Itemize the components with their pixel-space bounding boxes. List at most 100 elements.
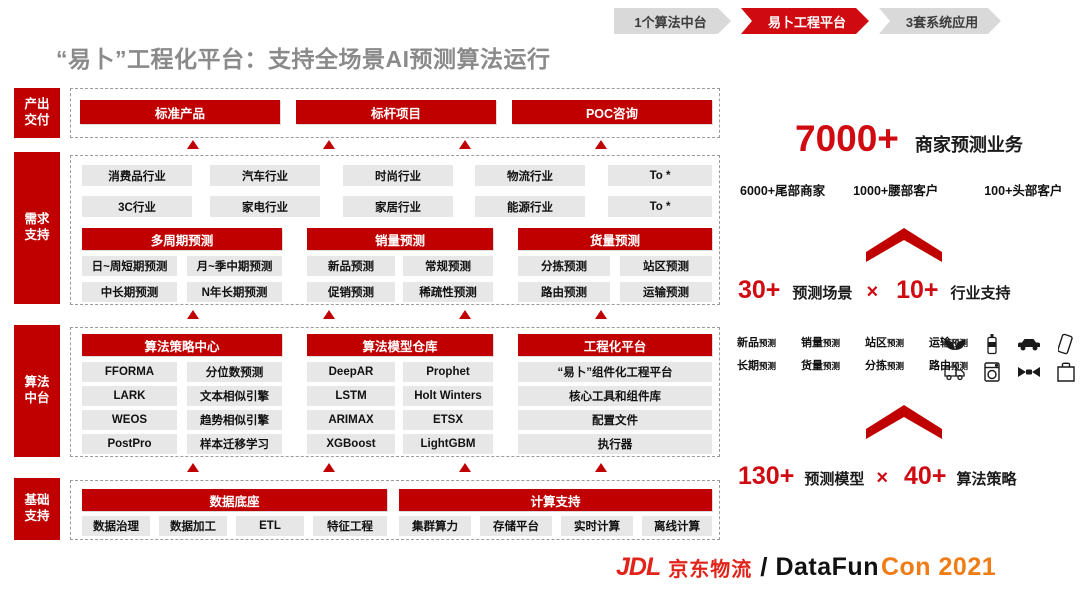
base-chip[interactable]: 离线计算: [642, 516, 712, 536]
algo-group-title[interactable]: 算法模型仓库: [307, 334, 493, 356]
industry-icon-pad: [938, 332, 1080, 384]
base-chip[interactable]: 实时计算: [561, 516, 633, 536]
rail-foundation-support-label: 基础 支持: [24, 493, 50, 523]
scene-tag: 站区预测: [865, 334, 923, 350]
forecast-chip[interactable]: N年长期预测: [187, 282, 282, 302]
algo-chip[interactable]: Holt Winters: [403, 386, 493, 406]
forecast-chip[interactable]: 中长期预测: [82, 282, 177, 302]
page-title: “易卜”工程化平台：支持全场景AI预测算法运行: [56, 46, 551, 72]
industry-chip[interactable]: To *: [608, 165, 712, 186]
multiply-icon: ×: [866, 281, 879, 303]
base-group-title[interactable]: 数据底座: [82, 489, 387, 511]
bag-icon: [1049, 360, 1080, 384]
algo-group-title[interactable]: 工程化平台: [518, 334, 712, 356]
forecast-chip[interactable]: 新品预测: [307, 256, 395, 276]
scene-tag: 货量预测: [801, 357, 859, 373]
algo-chip[interactable]: “易卜”组件化工程平台: [518, 362, 712, 382]
industry-chip[interactable]: 消费品行业: [82, 165, 192, 186]
forecast-chip-label: N年长期预测: [201, 287, 268, 299]
base-chip-label: 集群算力: [412, 521, 458, 533]
algo-chip[interactable]: 趋势相似引擎: [187, 410, 282, 430]
base-chip[interactable]: 特征工程: [313, 516, 387, 536]
forecast-chip-label: 站区预测: [643, 261, 689, 273]
forecast-chip[interactable]: 日~周短期预测: [82, 256, 177, 276]
stat-scene-label1: 预测场景: [792, 285, 853, 302]
algo-chip-label: Holt Winters: [414, 390, 482, 402]
algo-group-title[interactable]: 算法策略中心: [82, 334, 282, 356]
algo-chip[interactable]: 样本迁移学习: [187, 434, 282, 454]
algo-chip[interactable]: WEOS: [82, 410, 177, 430]
algo-chip[interactable]: LightGBM: [403, 434, 493, 454]
algo-chip[interactable]: ARIMAX: [307, 410, 395, 430]
output-bar-2[interactable]: 标杆项目: [296, 100, 496, 124]
industry-chip[interactable]: 物流行业: [475, 165, 585, 186]
industry-chip[interactable]: 汽车行业: [210, 165, 320, 186]
algo-chip[interactable]: 配置文件: [518, 410, 712, 430]
algo-chip[interactable]: Prophet: [403, 362, 493, 382]
nav-chevron-3[interactable]: 3套系统应用: [879, 8, 1001, 34]
scene-tag-main: 长期: [737, 360, 759, 372]
phone-icon: [1049, 332, 1080, 356]
algo-chip[interactable]: DeepAR: [307, 362, 395, 382]
industry-chip-label: 物流行业: [507, 170, 553, 183]
forecast-chip[interactable]: 分拣预测: [518, 256, 610, 276]
algo-chip[interactable]: FFORMA: [82, 362, 177, 382]
forecast-group-title[interactable]: 多周期预测: [82, 228, 282, 250]
algo-chip[interactable]: ETSX: [403, 410, 493, 430]
algo-chip[interactable]: 核心工具和组件库: [518, 386, 712, 406]
scene-tag: 长期预测: [737, 357, 795, 373]
forecast-chip[interactable]: 运输预测: [620, 282, 712, 302]
industry-chip[interactable]: 家电行业: [210, 196, 320, 217]
scene-tag: 新品预测: [737, 334, 795, 350]
forecast-chip[interactable]: 促销预测: [307, 282, 395, 302]
algo-group-title-label: 算法策略中心: [144, 339, 220, 354]
algo-chip[interactable]: PostPro: [82, 434, 177, 454]
algo-chip-label: 分位数预测: [205, 367, 264, 379]
industry-chip-label: 汽车行业: [242, 170, 288, 183]
forecast-chip[interactable]: 路由预测: [518, 282, 610, 302]
output-bar-1[interactable]: 标准产品: [80, 100, 280, 124]
stat-scene-num2: 10+: [896, 276, 939, 304]
headline-label: 商家预测业务: [914, 135, 1023, 155]
base-group-title[interactable]: 计算支持: [399, 489, 712, 511]
forecast-group-title[interactable]: 销量预测: [307, 228, 493, 250]
forecast-chip[interactable]: 站区预测: [620, 256, 712, 276]
connector-arrow-icon: [459, 310, 471, 319]
base-chip[interactable]: 数据治理: [82, 516, 150, 536]
algo-chip[interactable]: 分位数预测: [187, 362, 282, 382]
algo-group-title-label: 工程化平台: [583, 339, 647, 354]
algo-chip[interactable]: 执行器: [518, 434, 712, 454]
base-chip[interactable]: 存储平台: [480, 516, 552, 536]
algo-chip[interactable]: XGBoost: [307, 434, 395, 454]
output-bar-3[interactable]: POC咨询: [512, 100, 712, 124]
algo-chip[interactable]: 文本相似引擎: [187, 386, 282, 406]
forecast-chip-label: 月~季中期预测: [196, 261, 273, 273]
nav-chevron-2[interactable]: 易卜工程平台: [741, 8, 869, 34]
scene-tag-main: 销量: [801, 337, 823, 349]
base-chip[interactable]: 集群算力: [399, 516, 471, 536]
forecast-chip[interactable]: 常规预测: [403, 256, 493, 276]
industry-chip[interactable]: To *: [608, 196, 712, 217]
top-chevron-nav: 1个算法中台 易卜工程平台 3套系统应用: [614, 8, 1011, 34]
forecast-chip-label: 分拣预测: [541, 261, 587, 273]
algo-chip[interactable]: LSTM: [307, 386, 395, 406]
industry-chip[interactable]: 能源行业: [475, 196, 585, 217]
forecast-group-title[interactable]: 货量预测: [518, 228, 712, 250]
base-chip[interactable]: ETL: [236, 516, 304, 536]
industry-chip[interactable]: 家居行业: [343, 196, 453, 217]
forecast-chip-label: 路由预测: [541, 287, 587, 299]
forecast-chip[interactable]: 月~季中期预测: [187, 256, 282, 276]
forecast-chip[interactable]: 稀疏性预测: [403, 282, 493, 302]
base-group-title-label: 数据底座: [209, 494, 260, 509]
output-bar-2-label: 标杆项目: [370, 106, 421, 121]
base-chip[interactable]: 数据加工: [159, 516, 227, 536]
industry-chip[interactable]: 时尚行业: [343, 165, 453, 186]
base-chip-label: 离线计算: [654, 521, 700, 533]
industry-chip[interactable]: 3C行业: [82, 196, 192, 217]
rail-output-delivery: 产出 交付: [14, 88, 60, 138]
industry-chip-label: 3C行业: [118, 201, 156, 214]
algo-chip[interactable]: LARK: [82, 386, 177, 406]
stat-scene-label2: 行业支持: [950, 285, 1011, 302]
multiply-icon: ×: [876, 467, 889, 489]
nav-chevron-1[interactable]: 1个算法中台: [614, 8, 731, 34]
